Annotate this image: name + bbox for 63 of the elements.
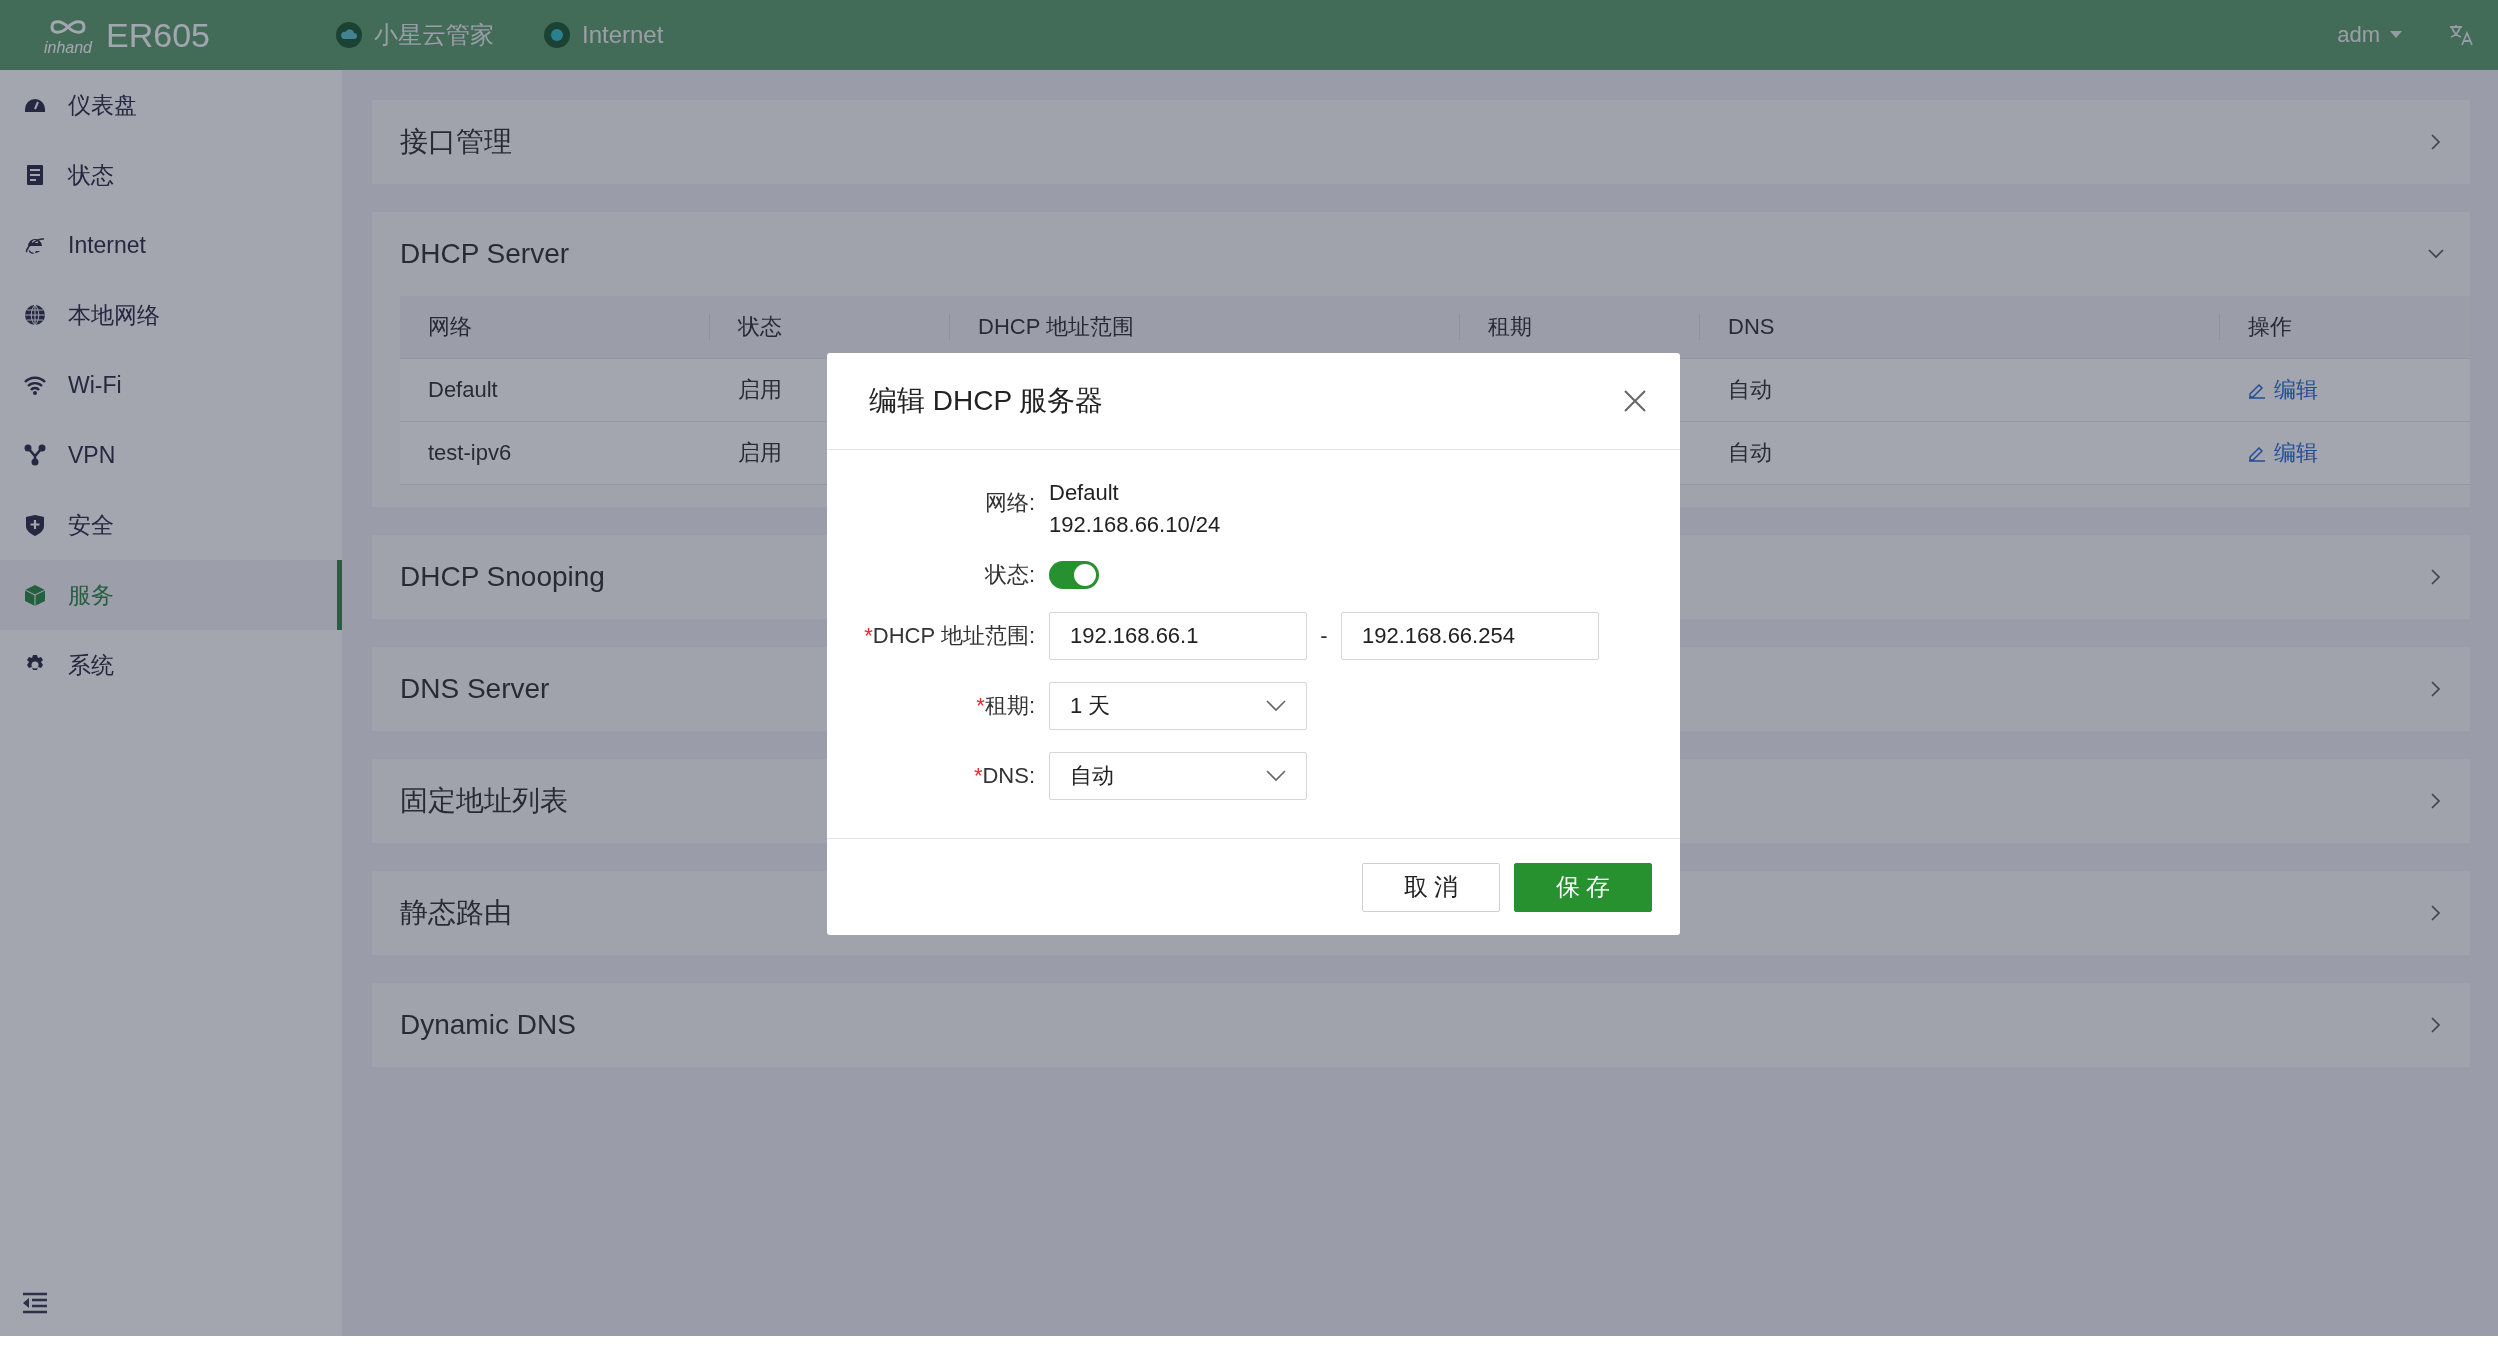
- logo-text: inhand: [43, 40, 92, 56]
- wifi-icon: [24, 374, 46, 396]
- sidebar-item[interactable]: 服务: [0, 560, 342, 630]
- column-header: 操作: [2248, 313, 2292, 341]
- panel-title[interactable]: 静态路由: [400, 894, 512, 932]
- table-cell-text: 启用: [738, 376, 782, 404]
- panel-title[interactable]: DHCP Snooping: [400, 561, 605, 593]
- sidebar-item[interactable]: 仪表盘: [0, 70, 342, 140]
- edit-link[interactable]: 编辑: [2248, 438, 2318, 468]
- field-label: 网络:: [983, 489, 1036, 517]
- select-field[interactable]: 1 天: [1049, 682, 1307, 730]
- range-separator: -: [1319, 623, 1329, 649]
- sidebar-item[interactable]: Internet: [0, 210, 342, 280]
- column-header: 网络: [428, 313, 472, 341]
- field-label: *租期:: [975, 692, 1036, 720]
- pencil-icon: [2248, 444, 2266, 462]
- chevron-down-icon: [1266, 770, 1286, 782]
- select-field[interactable]: 自动: [1049, 752, 1307, 800]
- toggle-switch[interactable]: [1049, 561, 1099, 589]
- globe-icon: [24, 304, 46, 326]
- shield-icon: [24, 514, 46, 536]
- pencil-icon: [2248, 381, 2266, 399]
- sidebar-item[interactable]: 系统: [0, 630, 342, 700]
- field-label: 状态:: [983, 561, 1036, 589]
- sidebar-item[interactable]: 本地网络: [0, 280, 342, 350]
- product-name: ER605: [106, 15, 211, 55]
- chevron-down-icon: [1266, 700, 1286, 712]
- input-field[interactable]: 192.168.66.1: [1049, 612, 1307, 660]
- table-cell: test-ipv6: [428, 440, 512, 466]
- cube-icon: [24, 584, 46, 606]
- collapse-menu-icon[interactable]: [22, 1292, 48, 1314]
- cloud-icon: [336, 22, 362, 48]
- status-dot-icon: [544, 22, 570, 48]
- input-field[interactable]: 192.168.66.254: [1341, 612, 1599, 660]
- column-header: 租期: [1488, 313, 1532, 341]
- caret-icon: [2390, 31, 2402, 39]
- sidebar-item[interactable]: 状态: [0, 140, 342, 210]
- close-icon[interactable]: [1624, 390, 1646, 412]
- document-icon: [24, 164, 46, 186]
- field-label: *DNS:: [972, 763, 1036, 789]
- edit-link[interactable]: 编辑: [2248, 375, 2318, 405]
- table-cell-text: 自动: [1728, 376, 1772, 404]
- field-value: 192.168.66.10/24: [1049, 512, 1221, 538]
- sidebar-item[interactable]: Wi-Fi: [0, 350, 342, 420]
- panel-title[interactable]: Dynamic DNS: [400, 1009, 576, 1041]
- dialog-title: 编辑 DHCP 服务器: [869, 384, 1104, 418]
- save-button[interactable]: 保 存: [1514, 862, 1652, 912]
- sidebar-item[interactable]: VPN: [0, 420, 342, 490]
- panel-title[interactable]: 接口管理: [400, 123, 512, 161]
- field-value: Default: [1049, 480, 1120, 506]
- cancel-button[interactable]: 取 消: [1362, 862, 1500, 912]
- panel-title[interactable]: DHCP Server: [400, 238, 570, 270]
- panel-title[interactable]: 固定地址列表: [400, 782, 568, 820]
- panel-title[interactable]: DNS Server: [400, 673, 550, 705]
- sidebar-item[interactable]: 安全: [0, 490, 342, 560]
- column-header: 状态: [738, 313, 782, 341]
- table-cell-text: 自动: [1728, 439, 1772, 467]
- vpn-icon: [24, 444, 46, 466]
- table-cell: Default: [428, 377, 498, 403]
- column-header: DHCP 地址范围: [978, 313, 1135, 341]
- field-label: *DHCP 地址范围:: [863, 622, 1036, 650]
- column-header: DNS: [1728, 314, 1775, 340]
- table-cell-text: 启用: [738, 439, 782, 467]
